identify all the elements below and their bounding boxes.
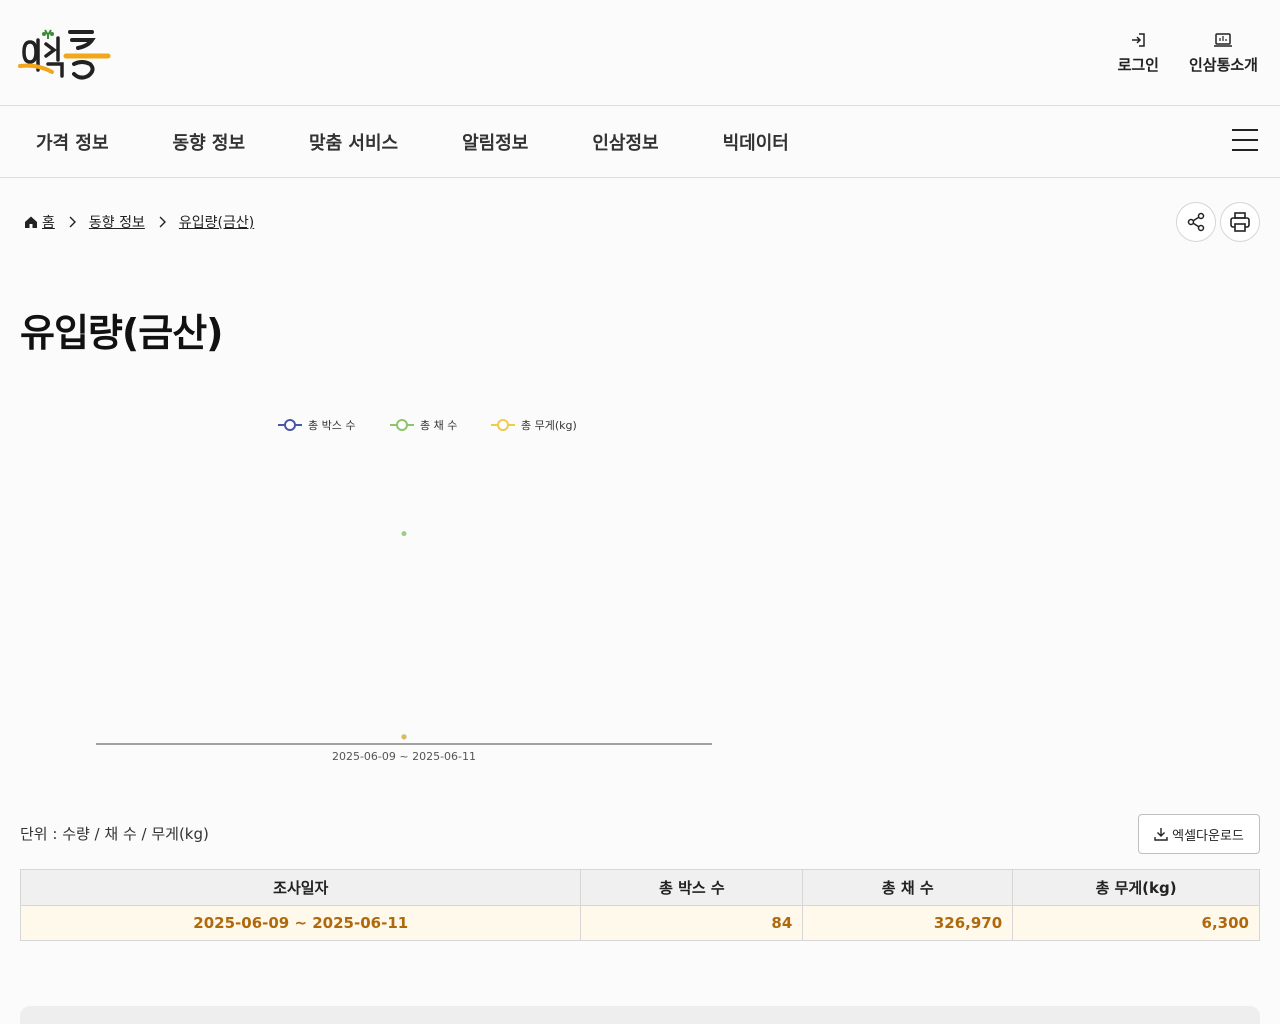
insamtong-logo-icon xyxy=(18,29,111,80)
login-icon xyxy=(1128,30,1148,50)
breadcrumb-current[interactable]: 유입량(금산) xyxy=(179,212,254,232)
x-tick-label-0: 2025-06-09 ~ 2025-06-11 xyxy=(332,750,476,763)
about-label: 인삼통소개 xyxy=(1188,56,1258,74)
page-title: 유입량(금산) xyxy=(20,311,224,355)
cell-total-count: 326,970 xyxy=(802,905,1014,941)
unit-text: 단위 : 수량 / 채 수 / 무게(kg) xyxy=(20,825,209,843)
info-box xyxy=(20,1006,1260,1024)
print-icon xyxy=(1229,211,1251,233)
chart-canvas: 총 박스 수 총 채 수 총 무게(kg) 2025-06-09 ~ 2025-06-… xyxy=(96,419,712,763)
download-icon xyxy=(1154,827,1168,841)
home-icon xyxy=(24,215,38,229)
breadcrumb: 홈 동향 정보 유입량(금산) xyxy=(24,212,254,232)
table-header-row: 조사일자 총 박스 수 총 채 수 총 무게(kg) xyxy=(19,869,1260,906)
legend-marker-1 xyxy=(396,419,408,431)
col-total-count: 총 채 수 xyxy=(802,869,1014,906)
share-icon xyxy=(1186,212,1206,232)
excel-download-label: 엑셀다운로드 xyxy=(1172,828,1244,844)
inflow-table: 조사일자 총 박스 수 총 채 수 총 무게(kg) 2025-06-09 ~ … xyxy=(19,869,1260,941)
col-total-boxes: 총 박스 수 xyxy=(580,869,804,906)
nav-item-custom-service[interactable]: 맞춤 서비스 xyxy=(309,129,398,155)
chevron-right-icon xyxy=(67,216,77,228)
data-point-1-0 xyxy=(401,531,407,537)
breadcrumb-home[interactable]: 홈 xyxy=(42,212,55,232)
table-row: 2025-06-09 ~ 2025-06-11 84 326,970 6,300 xyxy=(19,905,1260,941)
col-survey-date: 조사일자 xyxy=(19,869,582,906)
col-total-weight: 총 무게(kg) xyxy=(1012,869,1260,906)
chevron-right-icon xyxy=(157,216,167,228)
about-link[interactable]: 인삼통소개 xyxy=(1189,30,1258,75)
cell-survey-date: 2025-06-09 ~ 2025-06-11 xyxy=(19,905,582,941)
cell-total-weight: 6,300 xyxy=(1012,905,1260,941)
legend-label-1: 총 채 수 xyxy=(420,419,457,432)
nav-item-price[interactable]: 가격 정보 xyxy=(36,129,109,155)
legend-label-0: 총 박스 수 xyxy=(308,419,355,432)
nav-item-ginseng-info[interactable]: 인삼정보 xyxy=(592,129,658,155)
data-point-2-0 xyxy=(401,734,407,740)
share-button[interactable] xyxy=(1176,202,1216,242)
nav-item-trend[interactable]: 동향 정보 xyxy=(173,129,246,155)
site-logo[interactable] xyxy=(18,22,114,82)
login-label: 로그인 xyxy=(1117,56,1159,74)
excel-download-button[interactable]: 엑셀다운로드 xyxy=(1138,814,1260,854)
inflow-chart: 총 박스 수 총 채 수 총 무게(kg) 2025-06-09 ~ 2025-06-… xyxy=(20,400,740,780)
main-nav: 가격 정보 동향 정보 맞춤 서비스 알림정보 인삼정보 빅데이터 xyxy=(0,107,1280,178)
legend-marker-2 xyxy=(497,419,509,431)
breadcrumb-trend[interactable]: 동향 정보 xyxy=(89,212,145,232)
legend-label-2: 총 무게(kg) xyxy=(521,419,577,432)
laptop-icon xyxy=(1213,30,1233,50)
cell-total-boxes: 84 xyxy=(580,905,804,941)
legend-marker-0 xyxy=(284,419,296,431)
nav-item-notice[interactable]: 알림정보 xyxy=(462,129,528,155)
login-link[interactable]: 로그인 xyxy=(1118,30,1159,75)
site-header: 로그인 인삼통소개 xyxy=(0,0,1280,106)
nav-item-bigdata[interactable]: 빅데이터 xyxy=(723,129,789,155)
print-button[interactable] xyxy=(1220,202,1260,242)
menu-icon[interactable] xyxy=(1232,129,1258,153)
